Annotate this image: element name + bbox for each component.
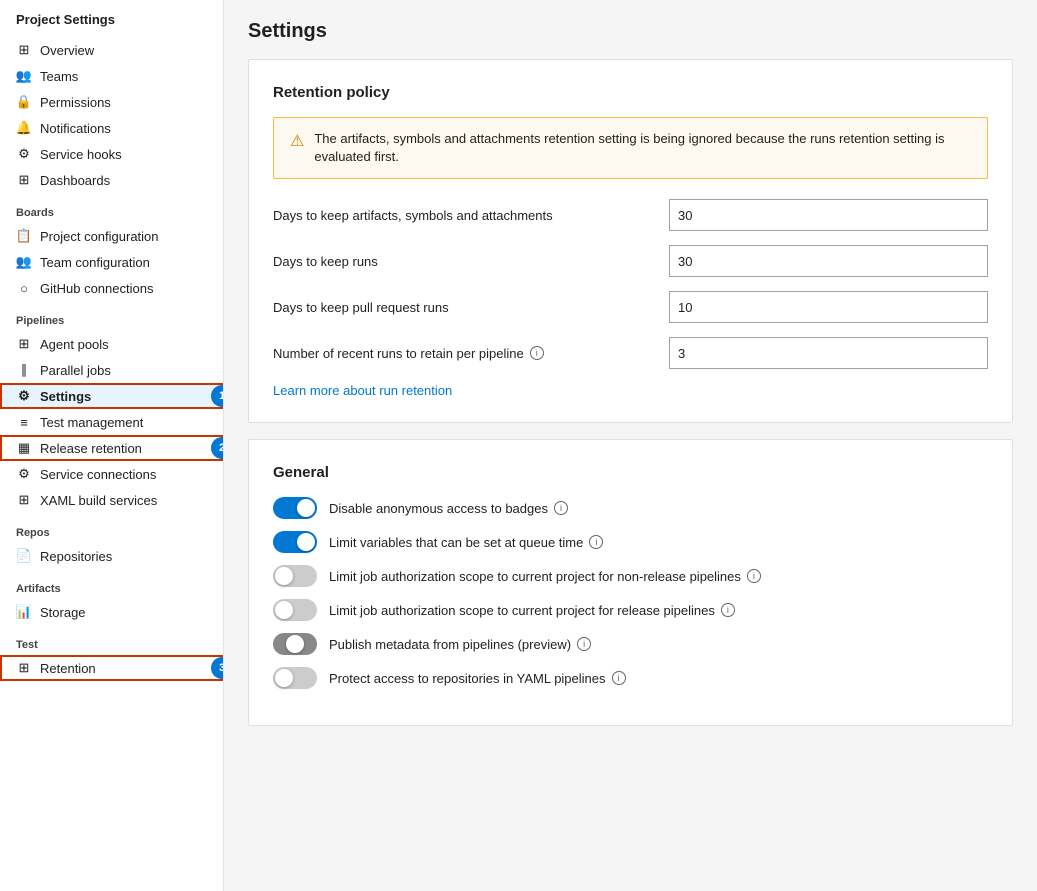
nav-icon: ∥ [16, 362, 32, 378]
field-input-1[interactable] [669, 245, 988, 277]
sidebar-item-overview[interactable]: ⊞Overview [0, 37, 223, 63]
nav-icon: ≡ [16, 414, 32, 430]
info-icon: i [589, 535, 603, 549]
toggle-label-1: Limit variables that can be set at queue… [329, 535, 603, 550]
nav-icon: ▦ [16, 440, 32, 456]
sidebar-item-agent-pools[interactable]: ⊞Agent pools [0, 331, 223, 357]
nav-icon: 🔒 [16, 94, 32, 110]
toggle-1[interactable] [273, 531, 317, 553]
warning-icon: ⚠ [290, 131, 304, 151]
field-label-2: Days to keep pull request runs [273, 300, 653, 315]
sidebar-item-project-configuration[interactable]: 📋Project configuration [0, 223, 223, 249]
retention-policy-card: Retention policy ⚠ The artifacts, symbol… [248, 59, 1013, 423]
nav-icon: 📊 [16, 604, 32, 620]
nav-icon: 📄 [16, 548, 32, 564]
info-icon: i [577, 637, 591, 651]
toggle-row-0: Disable anonymous access to badgesi [273, 497, 988, 519]
sidebar-item-team-configuration[interactable]: 👥Team configuration [0, 249, 223, 275]
retention-section-title: Retention policy [273, 84, 988, 101]
toggle-row-2: Limit job authorization scope to current… [273, 565, 988, 587]
sidebar-section-boards: Boards [0, 193, 223, 223]
sidebar-item-xaml-build-services[interactable]: ⊞XAML build services [0, 487, 223, 513]
sidebar-item-storage[interactable]: 📊Storage [0, 599, 223, 625]
info-icon: i [554, 501, 568, 515]
sidebar-item-service-hooks[interactable]: ⚙Service hooks [0, 141, 223, 167]
sidebar-item-dashboards[interactable]: ⊞Dashboards [0, 167, 223, 193]
toggle-label-3: Limit job authorization scope to current… [329, 603, 735, 618]
field-input-3[interactable] [669, 337, 988, 369]
sidebar-item-settings[interactable]: ⚙Settings1 [0, 383, 223, 409]
nav-icon: ⊞ [16, 172, 32, 188]
toggle-row-4: Publish metadata from pipelines (preview… [273, 633, 988, 655]
nav-icon: ○ [16, 280, 32, 296]
info-icon: i [612, 671, 626, 685]
sidebar-item-parallel-jobs[interactable]: ∥Parallel jobs [0, 357, 223, 383]
nav-icon: ⚙ [16, 466, 32, 482]
toggle-label-2: Limit job authorization scope to current… [329, 569, 761, 584]
sidebar-item-retention[interactable]: ⊞Retention3 [0, 655, 223, 681]
sidebar: Project Settings ⊞Overview👥Teams🔒Permiss… [0, 0, 224, 891]
page-title: Settings [248, 20, 1013, 43]
sidebar-item-release-retention[interactable]: ▦Release retention2 [0, 435, 223, 461]
retention-field-row-1: Days to keep runs [273, 245, 988, 277]
sidebar-section-artifacts: Artifacts [0, 569, 223, 599]
sidebar-item-test-management[interactable]: ≡Test management [0, 409, 223, 435]
field-label-1: Days to keep runs [273, 254, 653, 269]
sidebar-item-github-connections[interactable]: ○GitHub connections [0, 275, 223, 301]
general-card: General Disable anonymous access to badg… [248, 439, 1013, 726]
info-icon: i [721, 603, 735, 617]
sidebar-section-repos: Repos [0, 513, 223, 543]
retention-field-row-3: Number of recent runs to retain per pipe… [273, 337, 988, 369]
badge-3: 3 [211, 657, 224, 679]
sidebar-item-service-connections[interactable]: ⚙Service connections [0, 461, 223, 487]
toggle-label-5: Protect access to repositories in YAML p… [329, 671, 626, 686]
nav-icon: ⊞ [16, 492, 32, 508]
sidebar-item-permissions[interactable]: 🔒Permissions [0, 89, 223, 115]
toggle-0[interactable] [273, 497, 317, 519]
badge-2: 2 [211, 437, 224, 459]
info-icon: i [530, 346, 544, 360]
learn-more-link[interactable]: Learn more about run retention [273, 383, 452, 398]
sidebar-item-teams[interactable]: 👥Teams [0, 63, 223, 89]
nav-icon: ⊞ [16, 660, 32, 676]
sidebar-section-test: Test [0, 625, 223, 655]
toggle-row-1: Limit variables that can be set at queue… [273, 531, 988, 553]
toggle-row-3: Limit job authorization scope to current… [273, 599, 988, 621]
nav-icon: ⚙ [16, 146, 32, 162]
toggle-label-4: Publish metadata from pipelines (preview… [329, 637, 591, 652]
nav-icon: ⊞ [16, 42, 32, 58]
field-input-0[interactable] [669, 199, 988, 231]
nav-icon: 📋 [16, 228, 32, 244]
field-input-2[interactable] [669, 291, 988, 323]
toggle-4[interactable] [273, 633, 317, 655]
toggle-3[interactable] [273, 599, 317, 621]
sidebar-section-pipelines: Pipelines [0, 301, 223, 331]
toggle-5[interactable] [273, 667, 317, 689]
field-label-3: Number of recent runs to retain per pipe… [273, 346, 653, 361]
nav-icon: ⚙ [16, 388, 32, 404]
nav-icon: ⊞ [16, 336, 32, 352]
info-icon: i [747, 569, 761, 583]
toggle-label-0: Disable anonymous access to badgesi [329, 501, 568, 516]
retention-field-row-2: Days to keep pull request runs [273, 291, 988, 323]
warning-banner: ⚠ The artifacts, symbols and attachments… [273, 117, 988, 179]
nav-icon: 🔔 [16, 120, 32, 136]
toggle-2[interactable] [273, 565, 317, 587]
nav-icon: 👥 [16, 254, 32, 270]
sidebar-item-repositories[interactable]: 📄Repositories [0, 543, 223, 569]
general-section-title: General [273, 464, 988, 481]
main-content: Settings Retention policy ⚠ The artifact… [224, 0, 1037, 891]
warning-text: The artifacts, symbols and attachments r… [314, 130, 971, 166]
badge-1: 1 [211, 385, 224, 407]
nav-icon: 👥 [16, 68, 32, 84]
sidebar-item-notifications[interactable]: 🔔Notifications [0, 115, 223, 141]
field-label-0: Days to keep artifacts, symbols and atta… [273, 208, 653, 223]
sidebar-title: Project Settings [0, 0, 223, 37]
retention-field-row-0: Days to keep artifacts, symbols and atta… [273, 199, 988, 231]
toggle-row-5: Protect access to repositories in YAML p… [273, 667, 988, 689]
